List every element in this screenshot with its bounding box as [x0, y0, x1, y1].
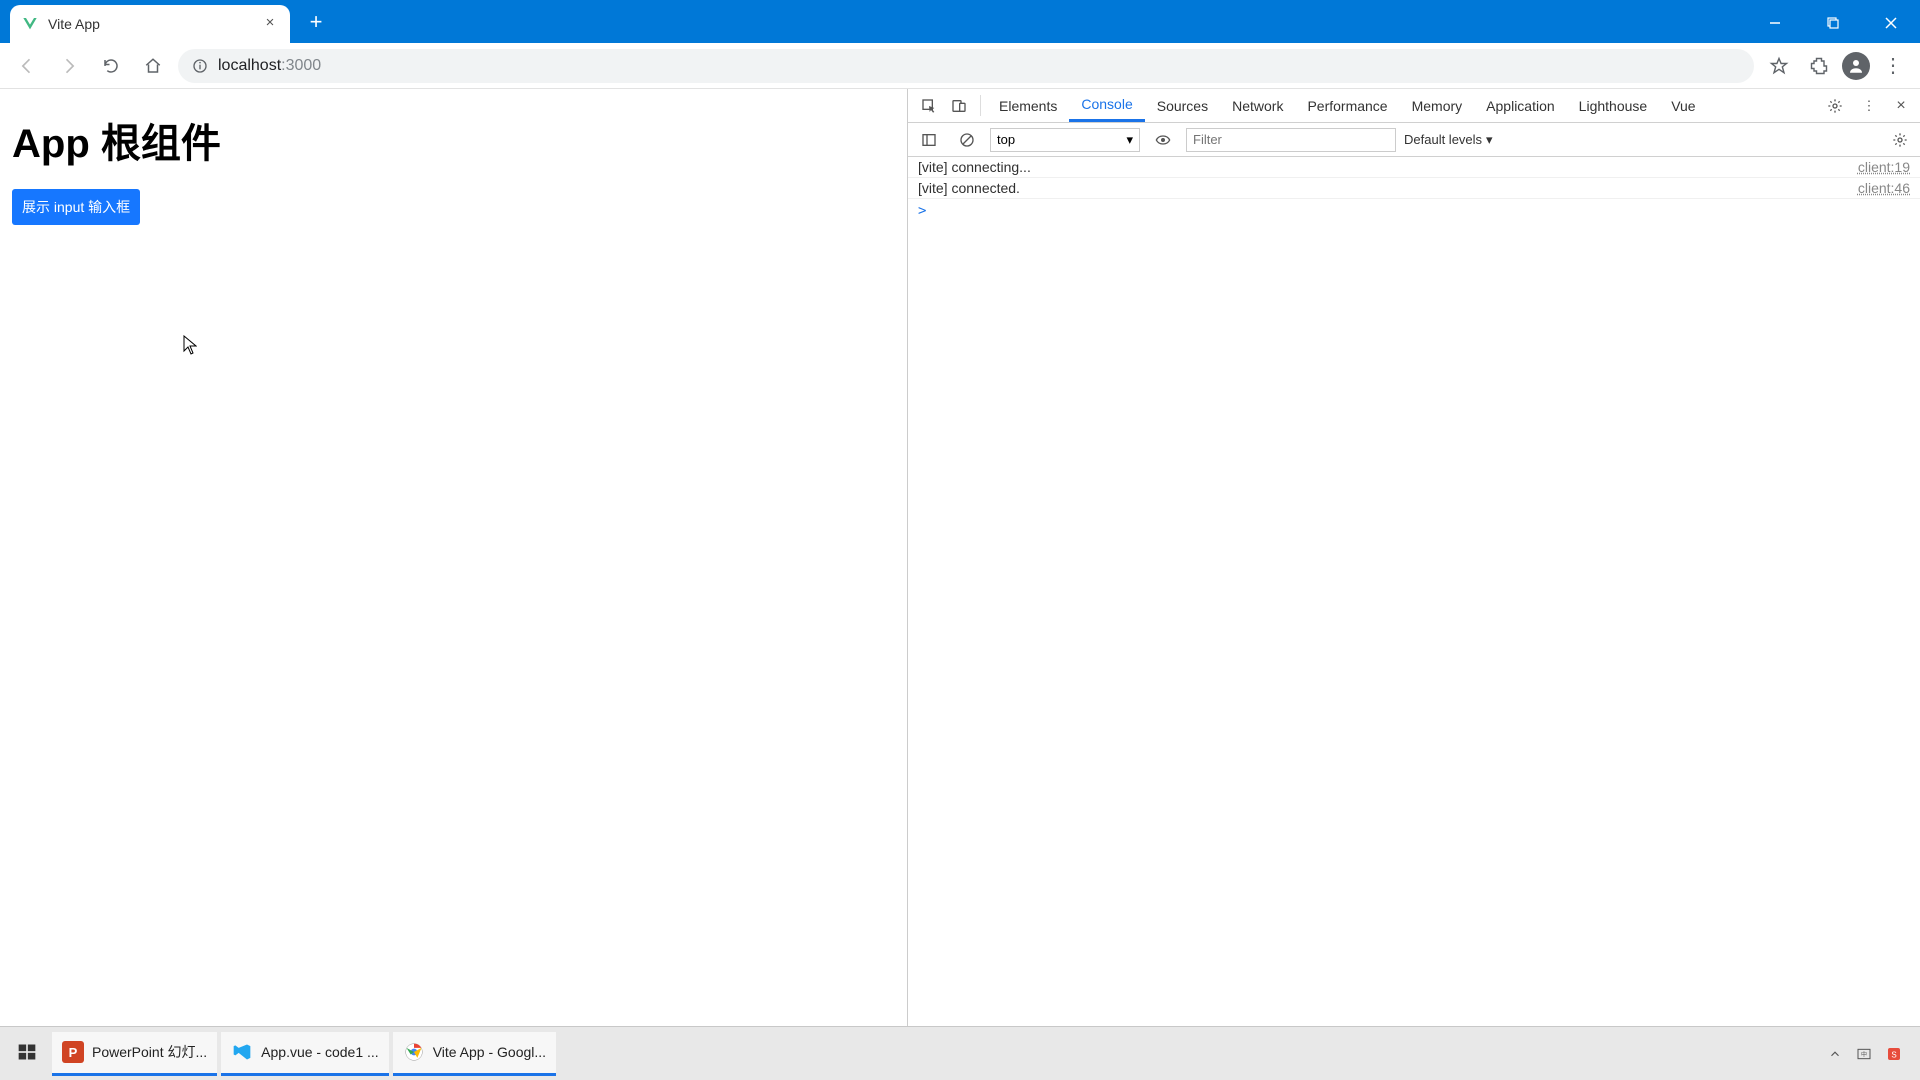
devtools-close-icon[interactable]: × [1888, 97, 1914, 115]
page-heading: App 根组件 [12, 111, 895, 169]
bookmark-button[interactable] [1762, 49, 1796, 83]
svg-text:中: 中 [1861, 1050, 1867, 1058]
windows-icon [16, 1041, 38, 1063]
devtools-settings-icon[interactable] [1820, 98, 1850, 114]
chevron-down-icon: ▾ [1486, 132, 1493, 148]
maximize-button[interactable] [1804, 3, 1862, 43]
tab-vue[interactable]: Vue [1659, 89, 1707, 122]
start-button[interactable] [6, 1032, 48, 1076]
tray-ime-icon[interactable]: 中 [1856, 1046, 1872, 1062]
console-toolbar: top ▾ Default levels ▾ [908, 123, 1920, 157]
tab-performance[interactable]: Performance [1295, 89, 1399, 122]
tab-console[interactable]: Console [1069, 89, 1144, 122]
clear-console-icon[interactable] [952, 132, 982, 148]
devtools-menu-icon[interactable]: ⋮ [1854, 98, 1884, 114]
source-link[interactable]: client:19 [1858, 159, 1910, 175]
devtools-panel: Elements Console Sources Network Perform… [907, 89, 1920, 1026]
forward-button[interactable] [52, 49, 86, 83]
chrome-icon [403, 1041, 425, 1063]
taskbar-app-powerpoint[interactable]: P PowerPoint 幻灯... [52, 1032, 217, 1076]
taskbar-label: PowerPoint 幻灯... [92, 1042, 207, 1062]
tray-chevron-icon[interactable] [1828, 1047, 1842, 1061]
tab-title: Vite App [48, 16, 252, 32]
system-tray: 中 S [1828, 1046, 1914, 1062]
close-icon[interactable]: × [262, 16, 278, 32]
filter-input[interactable] [1186, 128, 1396, 152]
window-close-button[interactable] [1862, 3, 1920, 43]
back-button[interactable] [10, 49, 44, 83]
tab-elements[interactable]: Elements [987, 89, 1069, 122]
chrome-menu-button[interactable]: ⋮ [1876, 49, 1910, 83]
inspect-element-icon[interactable] [914, 89, 944, 122]
console-settings-icon[interactable] [1886, 132, 1914, 148]
taskbar-app-chrome[interactable]: Vite App - Googl... [393, 1032, 556, 1076]
reload-button[interactable] [94, 49, 128, 83]
powerpoint-icon: P [62, 1041, 84, 1063]
taskbar-label: App.vue - code1 ... [261, 1044, 379, 1060]
new-tab-button[interactable]: + [300, 7, 332, 39]
tray-app-icon[interactable]: S [1886, 1046, 1902, 1062]
tab-sources[interactable]: Sources [1145, 89, 1220, 122]
profile-button[interactable] [1842, 52, 1870, 80]
extensions-button[interactable] [1802, 49, 1836, 83]
console-sidebar-icon[interactable] [914, 132, 944, 148]
live-expression-icon[interactable] [1148, 132, 1178, 148]
browser-tab[interactable]: Vite App × [10, 5, 290, 43]
context-select[interactable]: top ▾ [990, 128, 1140, 152]
console-prompt[interactable]: > [908, 199, 1920, 223]
vue-icon [22, 16, 38, 32]
console-line: [vite] connecting... client:19 [908, 157, 1920, 178]
console-output: [vite] connecting... client:19 [vite] co… [908, 157, 1920, 223]
taskbar-label: Vite App - Googl... [433, 1044, 546, 1060]
context-value: top [997, 132, 1015, 147]
taskbar-app-vscode[interactable]: App.vue - code1 ... [221, 1032, 389, 1076]
cursor-icon [183, 335, 197, 355]
taskbar: P PowerPoint 幻灯... App.vue - code1 ... V… [0, 1026, 1920, 1080]
address-bar: localhost:3000 ⋮ [0, 43, 1920, 89]
tab-memory[interactable]: Memory [1400, 89, 1475, 122]
browser-tab-strip: Vite App × + [0, 0, 1920, 43]
minimize-button[interactable] [1746, 3, 1804, 43]
url-text: localhost:3000 [218, 57, 321, 75]
log-levels-select[interactable]: Default levels ▾ [1404, 132, 1493, 148]
tab-application[interactable]: Application [1474, 89, 1567, 122]
home-button[interactable] [136, 49, 170, 83]
vscode-icon [231, 1041, 253, 1063]
devtools-tab-bar: Elements Console Sources Network Perform… [908, 89, 1920, 123]
tab-lighthouse[interactable]: Lighthouse [1567, 89, 1660, 122]
page-content: App 根组件 展示 input 输入框 [0, 89, 907, 1026]
source-link[interactable]: client:46 [1858, 180, 1910, 196]
device-toolbar-icon[interactable] [944, 89, 974, 122]
url-input[interactable]: localhost:3000 [178, 49, 1754, 83]
svg-text:S: S [1891, 1050, 1896, 1059]
console-line: [vite] connected. client:46 [908, 178, 1920, 199]
show-input-button[interactable]: 展示 input 输入框 [12, 189, 140, 225]
info-icon [192, 58, 208, 74]
chevron-down-icon: ▾ [1126, 132, 1133, 148]
window-controls [1746, 3, 1920, 43]
tab-network[interactable]: Network [1220, 89, 1295, 122]
